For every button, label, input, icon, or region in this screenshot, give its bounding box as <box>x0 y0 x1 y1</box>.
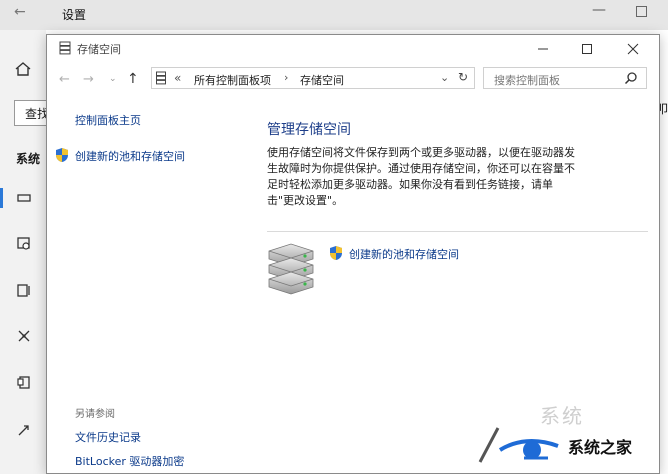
sidebar-create-pool-label: 创建新的池和存储空间 <box>75 150 185 163</box>
shared-experiences-icon[interactable] <box>16 422 32 438</box>
power-icon[interactable] <box>16 282 32 298</box>
address-bar[interactable]: « 所有控制面板项 › 存储空间 ⌄ ↻ <box>151 67 475 89</box>
close-button[interactable] <box>619 39 647 59</box>
control-panel-home-link[interactable]: 控制面板主页 <box>75 112 141 128</box>
breadcrumb-overflow[interactable]: « <box>174 71 181 85</box>
search-placeholder: 搜索控制面板 <box>494 74 560 87</box>
create-pool-label: 创建新的池和存储空间 <box>349 248 459 261</box>
page-title: 管理存储空间 <box>267 122 351 138</box>
home-icon[interactable] <box>14 60 32 78</box>
breadcrumb-all-items[interactable]: 所有控制面板项 <box>194 72 271 88</box>
settings-sidebar <box>0 30 46 474</box>
storage-drives-icon <box>268 243 314 295</box>
recent-locations-dropdown[interactable]: ⌄ <box>109 74 117 84</box>
refresh-icon[interactable]: ↻ <box>458 70 468 84</box>
search-input[interactable]: 搜索控制面板 <box>483 67 647 89</box>
settings-title: 设置 <box>62 8 87 22</box>
watermark-logo-icon <box>478 427 559 463</box>
address-dropdown-icon[interactable]: ⌄ <box>440 71 449 84</box>
settings-titlebar <box>0 0 668 30</box>
clipboard-icon[interactable] <box>16 374 32 390</box>
storage-icon <box>59 41 71 55</box>
settings-back-button[interactable]: ← <box>14 4 26 20</box>
minimize-button[interactable] <box>529 39 557 59</box>
notifications-icon[interactable] <box>16 236 32 252</box>
back-button[interactable]: ← <box>59 72 70 87</box>
divider <box>267 231 648 232</box>
file-history-link[interactable]: 文件历史记录 <box>75 429 141 445</box>
window-title: 存储空间 <box>77 43 121 56</box>
shield-icon <box>330 246 342 260</box>
window-titlebar[interactable]: 存储空间 <box>47 35 659 63</box>
up-button[interactable]: ↑ <box>127 71 139 87</box>
watermark: 系统之家 <box>476 414 666 470</box>
settings-system-label: 系统 <box>16 152 41 166</box>
see-also-heading: 另请参阅 <box>75 409 115 420</box>
forward-button[interactable]: → <box>83 72 94 87</box>
shield-icon <box>56 148 68 162</box>
settings-search-input[interactable]: 查找 <box>14 100 46 126</box>
storage-icon <box>156 71 166 85</box>
bitlocker-link[interactable]: BitLocker 驱动器加密 <box>75 453 184 469</box>
breadcrumb-storage-spaces[interactable]: 存储空间 <box>300 72 344 88</box>
search-icon[interactable] <box>624 71 638 85</box>
watermark-text: 系统之家 <box>568 438 633 457</box>
maximize-button[interactable] <box>573 39 601 59</box>
display-icon[interactable] <box>16 190 32 206</box>
page-description: 使用存储空间将文件保存到两个或更多驱动器，以便在驱动器发生故障时为你提供保护。通… <box>267 146 575 207</box>
settings-minimize-button[interactable]: — <box>592 2 606 18</box>
breadcrumb-separator[interactable]: › <box>284 71 288 84</box>
settings-maximize-button[interactable] <box>636 6 647 17</box>
selected-indicator <box>0 188 3 208</box>
projecting-icon[interactable] <box>16 328 32 344</box>
